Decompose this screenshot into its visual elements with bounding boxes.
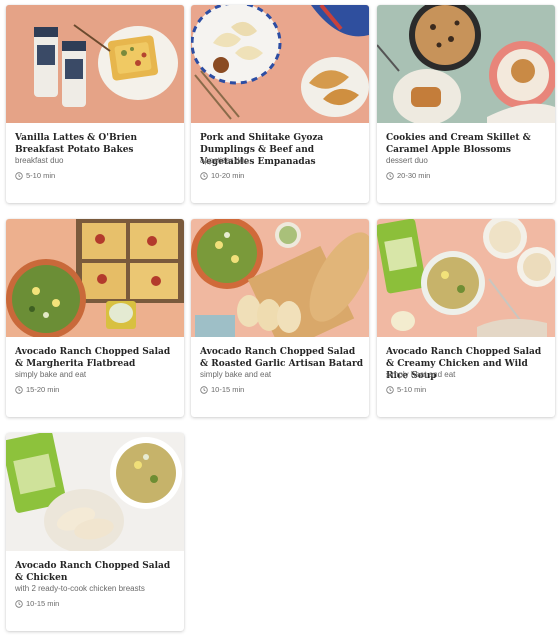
meal-title: Vanilla Lattes & O'Brien Breakfast Potat… xyxy=(15,133,138,155)
meal-card[interactable]: Pork and Shiitake Gyoza Dumplings & Beef… xyxy=(191,5,369,203)
meal-subtitle: simply bake and eat xyxy=(200,370,272,379)
appetizer-photo xyxy=(191,5,369,123)
salad-soup-photo xyxy=(377,219,555,337)
meal-card-grid: Vanilla Lattes & O'Brien Breakfast Potat… xyxy=(0,0,559,639)
prep-time-label: 10-20 min xyxy=(211,171,245,180)
meal-card[interactable]: Avocado Ranch Chopped Salad & Chicken wi… xyxy=(6,433,184,631)
clock-icon xyxy=(15,172,23,180)
prep-time: 15-20 min xyxy=(15,385,179,395)
meal-title: Avocado Ranch Chopped Salad & Roasted Ga… xyxy=(200,347,363,369)
prep-time: 5-10 min xyxy=(15,171,179,181)
meal-card[interactable]: Avocado Ranch Chopped Salad & Roasted Ga… xyxy=(191,219,369,417)
meal-subtitle: dessert duo xyxy=(386,156,428,165)
meal-subtitle: breakfast duo xyxy=(15,156,64,165)
meal-subtitle: simply heat and eat xyxy=(386,370,456,379)
dessert-photo xyxy=(377,5,555,123)
salad-bread-photo xyxy=(191,219,369,337)
prep-time: 10-15 min xyxy=(15,599,179,609)
clock-icon xyxy=(200,386,208,394)
breakfast-photo xyxy=(6,5,184,123)
prep-time-label: 10-15 min xyxy=(26,599,60,608)
meal-card[interactable]: Avocado Ranch Chopped Salad & Margherita… xyxy=(6,219,184,417)
prep-time: 5-10 min xyxy=(386,385,550,395)
meal-title: Cookies and Cream Skillet & Caramel Appl… xyxy=(386,133,531,155)
prep-time: 20-30 min xyxy=(386,171,550,181)
meal-subtitle: with 2 ready-to-cook chicken breasts xyxy=(15,584,145,593)
prep-time-label: 5-10 min xyxy=(397,385,427,394)
meal-subtitle: appetizer duo xyxy=(200,156,249,165)
meal-card[interactable]: Avocado Ranch Chopped Salad & Creamy Chi… xyxy=(377,219,555,417)
prep-time: 10-20 min xyxy=(200,171,364,181)
meal-title: Avocado Ranch Chopped Salad & Chicken xyxy=(15,561,171,583)
clock-icon xyxy=(386,386,394,394)
clock-icon xyxy=(200,172,208,180)
meal-card[interactable]: Cookies and Cream Skillet & Caramel Appl… xyxy=(377,5,555,203)
prep-time-label: 5-10 min xyxy=(26,171,56,180)
clock-icon xyxy=(15,600,23,608)
prep-time: 10-15 min xyxy=(200,385,364,395)
prep-time-label: 15-20 min xyxy=(26,385,60,394)
salad-chicken-photo xyxy=(6,433,184,551)
meal-card[interactable]: Vanilla Lattes & O'Brien Breakfast Potat… xyxy=(6,5,184,203)
prep-time-label: 20-30 min xyxy=(397,171,431,180)
meal-title: Avocado Ranch Chopped Salad & Margherita… xyxy=(15,347,171,369)
meal-subtitle: simply bake and eat xyxy=(15,370,87,379)
clock-icon xyxy=(15,386,23,394)
salad-flatbread-photo xyxy=(6,219,184,337)
prep-time-label: 10-15 min xyxy=(211,385,245,394)
clock-icon xyxy=(386,172,394,180)
